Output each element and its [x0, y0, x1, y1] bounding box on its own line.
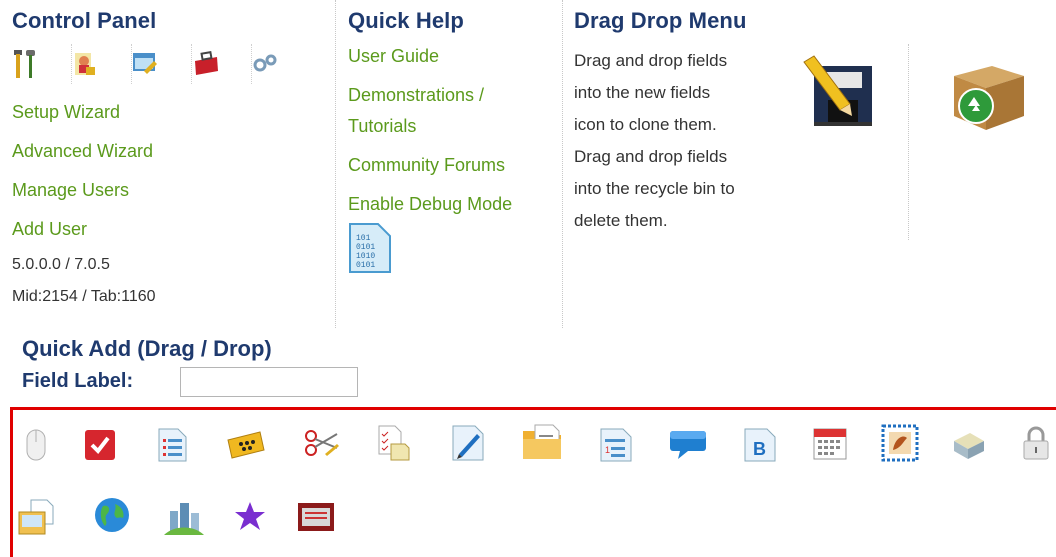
svg-text:101: 101 [356, 234, 371, 243]
instruction-line: into the new fields [574, 83, 711, 102]
gears-icon[interactable] [252, 44, 312, 84]
svg-text:1: 1 [605, 445, 610, 455]
scissors-icon[interactable] [299, 420, 345, 466]
instruction-line: Drag and drop fields [574, 147, 728, 166]
add-user-link[interactable]: Add User [12, 219, 327, 239]
mouse-icon[interactable] [13, 422, 59, 468]
checkbox-icon[interactable] [77, 422, 123, 468]
globe-icon[interactable] [89, 492, 135, 538]
instruction-line: icon to clone them. [574, 115, 717, 134]
instruction-line: delete them. [574, 211, 668, 230]
list-icon[interactable] [149, 422, 195, 468]
manage-users-link[interactable]: Manage Users [12, 180, 327, 200]
recycle-bin-icon[interactable] [940, 54, 1030, 134]
padlock-icon[interactable] [1013, 420, 1056, 466]
instruction-line: Drag and drop fields [574, 51, 728, 70]
calendar-icon[interactable] [807, 420, 853, 466]
quick-add-title: Quick Add (Drag / Drop) [22, 336, 272, 361]
city-icon[interactable] [161, 494, 207, 540]
drive-icon[interactable] [945, 422, 991, 468]
svg-text:0101: 0101 [356, 243, 375, 252]
quick-help-title: Quick Help [348, 8, 464, 33]
toolbox-icon[interactable] [192, 44, 252, 84]
field-label-text: Field Label: [22, 370, 134, 392]
drag-drop-title: Drag Drop Menu [574, 8, 747, 33]
numbered-doc-icon[interactable]: 1 [593, 422, 639, 468]
dots-icon[interactable] [223, 422, 269, 468]
quick-help: Quick Help User Guide Demonstrations / T… [348, 8, 558, 279]
control-panel: Control Panel Setup Wizard Advanced Wiza… [12, 8, 327, 306]
film-icon[interactable] [293, 494, 339, 540]
new-fields-icon[interactable] [800, 52, 880, 132]
community-forums-link[interactable]: Community Forums [348, 155, 558, 175]
binary-file-icon[interactable]: 101 0101 1010 0101 [348, 222, 392, 279]
ids-text: Mid:2154 / Tab:1160 [12, 288, 156, 305]
folder-doc-icon[interactable] [519, 418, 565, 464]
window-edit-icon[interactable] [132, 44, 192, 84]
instruction-line: into the recycle bin to [574, 179, 735, 198]
tutorials-link[interactable]: Tutorials [348, 116, 558, 136]
field-label-input[interactable] [180, 367, 358, 397]
column-divider [908, 44, 909, 240]
pen-icon[interactable] [445, 420, 491, 466]
column-divider [562, 0, 563, 328]
control-panel-title: Control Panel [12, 8, 157, 33]
speech-bubble-icon[interactable] [665, 422, 711, 468]
control-panel-icons [12, 42, 327, 86]
window-doc-icon[interactable] [13, 494, 59, 540]
version-text: 5.0.0.0 / 7.0.5 [12, 256, 110, 273]
svg-text:1010: 1010 [356, 252, 375, 261]
svg-text:0101: 0101 [356, 261, 375, 270]
column-divider [335, 0, 336, 328]
setup-wizard-link[interactable]: Setup Wizard [12, 102, 327, 122]
user-guide-link[interactable]: User Guide [348, 46, 558, 66]
field-type-palette: 1 B [10, 407, 1056, 557]
demonstrations-link[interactable]: Demonstrations / [348, 85, 558, 105]
advanced-wizard-link[interactable]: Advanced Wizard [12, 141, 327, 161]
bold-doc-icon[interactable]: B [737, 422, 783, 468]
checklist-doc-icon[interactable] [371, 420, 417, 466]
svg-text:B: B [753, 439, 766, 459]
stamp-image-icon[interactable] [877, 420, 923, 466]
user-lock-icon[interactable] [72, 44, 132, 84]
tools-icon[interactable] [12, 44, 72, 84]
star-icon[interactable] [227, 494, 273, 540]
drag-drop-instructions: Drag and drop fields into the new fields… [574, 45, 794, 237]
enable-debug-link[interactable]: Enable Debug Mode [348, 194, 558, 214]
